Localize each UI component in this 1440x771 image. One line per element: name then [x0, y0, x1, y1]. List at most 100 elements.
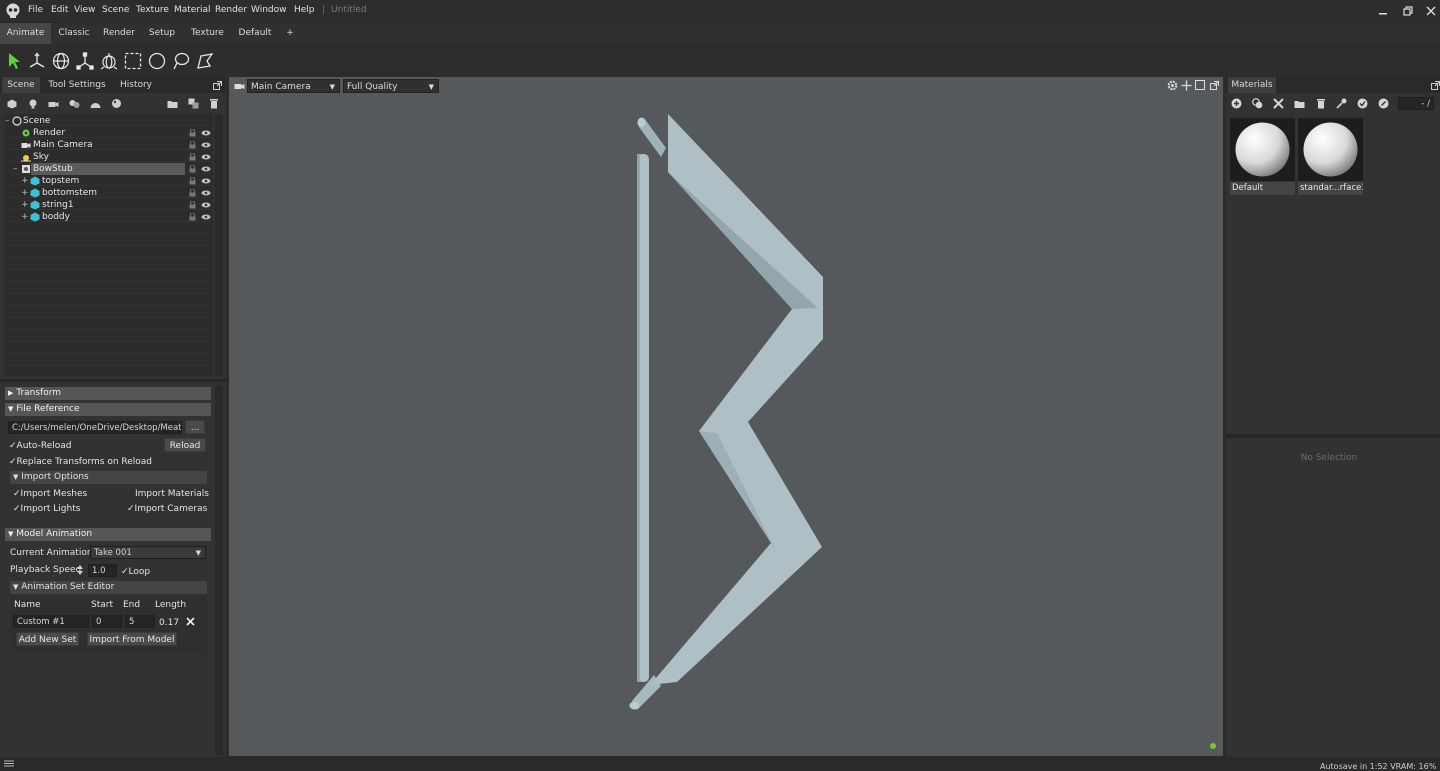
scale-tool-icon[interactable] [75, 51, 95, 71]
visibility-eye-icon[interactable] [201, 190, 211, 196]
add-material-icon[interactable] [1231, 98, 1242, 109]
tree-row-bottomstem[interactable]: + bottomstem [4, 187, 213, 199]
move-tool-icon[interactable] [27, 51, 47, 71]
lock-icon[interactable] [189, 189, 196, 197]
menu-view[interactable]: View [74, 5, 95, 15]
transform-section-header[interactable]: ▶ Transform [5, 387, 211, 400]
panel-splitter[interactable] [1226, 434, 1440, 438]
minimize-icon[interactable] [1375, 4, 1391, 18]
import-meshes-checkbox[interactable]: ✓Import Meshes [13, 489, 87, 499]
tree-row-main-camera[interactable]: Main Camera [4, 139, 213, 151]
popout-icon[interactable] [1430, 80, 1440, 90]
add-group-icon[interactable] [69, 98, 80, 109]
menu-file[interactable]: File [28, 5, 43, 15]
tree-row-string1[interactable]: + string1 [4, 199, 213, 211]
eyedropper-icon[interactable] [1336, 98, 1347, 109]
material-settings-icon[interactable] [1378, 98, 1389, 109]
panel-splitter[interactable] [0, 379, 226, 382]
box-select-icon[interactable] [123, 51, 143, 71]
menu-texture[interactable]: Texture [136, 5, 169, 15]
apply-material-icon[interactable] [1357, 98, 1368, 109]
tab-animate[interactable]: Animate [0, 23, 51, 44]
visibility-eye-icon[interactable] [201, 130, 211, 136]
import-materials-checkbox[interactable]: Import Materials [135, 489, 209, 499]
tree-scrollbar[interactable] [215, 114, 223, 376]
lock-icon[interactable] [189, 141, 196, 149]
tree-row-scene[interactable]: – Scene [4, 115, 213, 127]
browse-button[interactable]: ... [185, 420, 205, 434]
tab-classic[interactable]: Classic [53, 23, 95, 44]
tab-tool-settings[interactable]: Tool Settings [44, 77, 110, 93]
restore-icon[interactable] [1400, 4, 1416, 18]
set-start-field[interactable]: 0 [92, 615, 122, 628]
menu-render[interactable]: Render [215, 5, 247, 15]
duplicate-material-icon[interactable] [1252, 98, 1263, 109]
properties-scrollbar[interactable] [215, 385, 223, 755]
rotate-tool-icon[interactable] [51, 51, 71, 71]
expand-toggle[interactable]: + [21, 199, 29, 211]
tab-render[interactable]: Render [99, 23, 139, 44]
checker-material-icon[interactable] [1273, 98, 1284, 109]
visibility-eye-icon[interactable] [201, 178, 211, 184]
delete-icon[interactable] [208, 98, 219, 109]
tree-row-bowstub[interactable]: – BowStub [4, 163, 213, 175]
tab-setup[interactable]: Setup [143, 23, 181, 44]
spinner-arrows-icon[interactable] [76, 564, 84, 576]
menu-help[interactable]: Help [294, 5, 315, 15]
visibility-eye-icon[interactable] [201, 214, 211, 220]
expand-toggle[interactable]: + [21, 187, 29, 199]
lock-icon[interactable] [189, 201, 196, 209]
tab-texture[interactable]: Texture [186, 23, 229, 44]
popout-icon[interactable] [212, 80, 222, 90]
expand-toggle[interactable]: + [21, 175, 29, 187]
menu-lines-icon[interactable] [4, 760, 14, 767]
remove-set-icon[interactable] [186, 617, 196, 627]
folder-icon[interactable] [1294, 98, 1305, 109]
add-sky-icon[interactable] [90, 98, 101, 109]
tree-row-topstem[interactable]: + topstem [4, 175, 213, 187]
file-path-field[interactable]: C:/Users/melen/OneDrive/Desktop/MeatW [8, 421, 182, 434]
collapse-toggle[interactable]: – [13, 163, 18, 175]
menu-material[interactable]: Material [174, 5, 211, 15]
visibility-eye-icon[interactable] [201, 142, 211, 148]
lock-icon[interactable] [189, 165, 196, 173]
delete-icon[interactable] [1315, 98, 1326, 109]
tree-row-sky[interactable]: Sky [4, 151, 213, 163]
lasso-select-icon[interactable] [171, 51, 191, 71]
import-options-header[interactable]: ▼ Import Options [10, 471, 207, 484]
loop-checkbox[interactable]: ✓Loop [121, 567, 150, 577]
import-from-model-button[interactable]: Import From Model [87, 632, 177, 646]
add-camera-icon[interactable] [48, 98, 59, 109]
add-model-icon[interactable] [6, 98, 17, 109]
set-name-field[interactable]: Custom #1 [13, 615, 89, 628]
current-animation-dropdown[interactable]: Take 001 ▼ [90, 546, 206, 559]
expand-toggle[interactable]: + [21, 211, 29, 223]
menu-scene[interactable]: Scene [102, 5, 129, 15]
playback-speed-field[interactable]: 1.0 [88, 564, 117, 577]
folder-icon[interactable] [167, 98, 178, 109]
add-workspace-button[interactable]: + [281, 23, 299, 44]
tab-scene[interactable]: Scene [2, 77, 40, 93]
import-cameras-checkbox[interactable]: ✓Import Cameras [127, 504, 207, 514]
material-page-counter[interactable]: - / [1398, 97, 1434, 110]
lock-icon[interactable] [189, 153, 196, 161]
model-animation-section-header[interactable]: ▼ Model Animation [5, 528, 211, 541]
menu-edit[interactable]: Edit [51, 5, 68, 15]
visibility-eye-icon[interactable] [201, 202, 211, 208]
import-lights-checkbox[interactable]: ✓Import Lights [13, 504, 80, 514]
file-reference-section-header[interactable]: ▼ File Reference [5, 403, 211, 416]
tab-default[interactable]: Default [234, 23, 276, 44]
tree-row-boddy[interactable]: + boddy [4, 211, 213, 223]
lock-icon[interactable] [189, 129, 196, 137]
duplicate-icon[interactable] [188, 98, 199, 109]
3d-viewport[interactable]: Main Camera ▼ Full Quality ▼ [229, 77, 1223, 756]
reload-button[interactable]: Reload [164, 438, 206, 452]
collapse-toggle[interactable]: – [5, 115, 10, 127]
visibility-eye-icon[interactable] [201, 154, 211, 160]
tab-history[interactable]: History [114, 77, 158, 93]
material-card-standard-surface[interactable]: standar...rface1 [1298, 118, 1363, 196]
universal-tool-icon[interactable] [99, 51, 119, 71]
circle-select-icon[interactable] [147, 51, 167, 71]
tab-materials[interactable]: Materials [1228, 77, 1276, 93]
lock-icon[interactable] [189, 213, 196, 221]
